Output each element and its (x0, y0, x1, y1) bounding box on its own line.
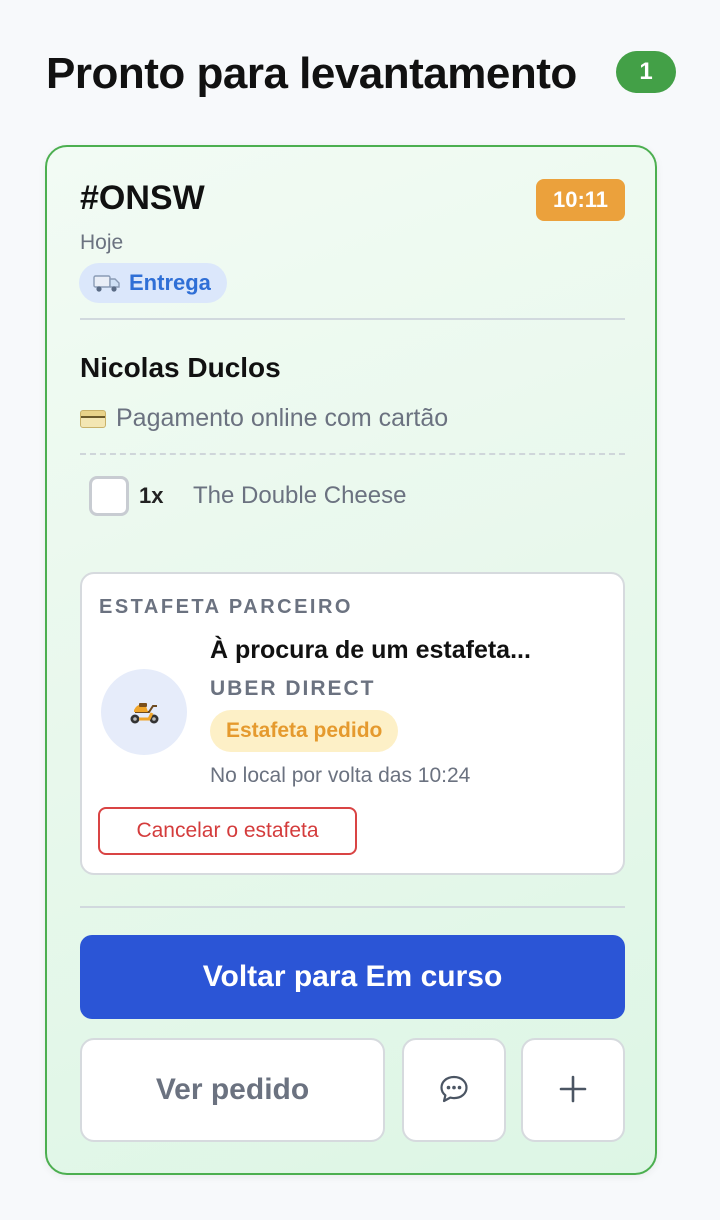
courier-provider: UBER DIRECT (210, 677, 376, 700)
courier-search-status: À procura de um estafeta... (210, 636, 531, 664)
dashed-divider (80, 453, 625, 455)
delivery-type-label: Entrega (129, 270, 211, 295)
order-item-row: 1x The Double Cheese (89, 475, 406, 517)
divider (80, 318, 625, 320)
delivery-truck-icon (93, 273, 121, 293)
courier-eta: No local por volta das 10:24 (210, 764, 471, 787)
add-button[interactable] (521, 1038, 625, 1142)
chat-button[interactable] (402, 1038, 506, 1142)
section-title: Pronto para levantamento (46, 49, 577, 98)
credit-card-icon (80, 409, 106, 428)
chat-bubble-icon (438, 1073, 470, 1108)
delivery-type-badge: Entrega (79, 263, 227, 303)
divider (80, 906, 625, 908)
courier-state-badge: Estafeta pedido (210, 710, 399, 752)
cancel-courier-button[interactable]: Cancelar o estafeta (98, 807, 357, 855)
payment-method-label: Pagamento online com cartão (116, 404, 449, 432)
section-header: Pronto para levantamento 1 (46, 44, 686, 104)
customer-name: Nicolas Duclos (80, 352, 281, 383)
order-card[interactable]: #ONSW 10:11 Hoje Entrega Nicolas Duclos … (45, 145, 657, 1175)
item-quantity: 1x (139, 483, 164, 508)
item-checkbox[interactable] (89, 476, 129, 516)
courier-panel: ESTAFETA PARCEIRO À procura de um estafe… (80, 572, 625, 875)
view-order-button[interactable]: Ver pedido (80, 1038, 385, 1142)
scooter-icon (101, 669, 187, 755)
order-time-badge: 10:11 (536, 179, 625, 221)
item-name: The Double Cheese (193, 482, 407, 509)
payment-method: Pagamento online com cartão (80, 404, 448, 433)
back-to-in-progress-button[interactable]: Voltar para Em curso (80, 935, 625, 1019)
courier-heading: ESTAFETA PARCEIRO (99, 596, 353, 618)
order-day: Hoje (80, 231, 124, 254)
order-id: #ONSW (80, 179, 205, 217)
order-count-badge: 1 (616, 51, 676, 93)
plus-icon (558, 1074, 588, 1107)
